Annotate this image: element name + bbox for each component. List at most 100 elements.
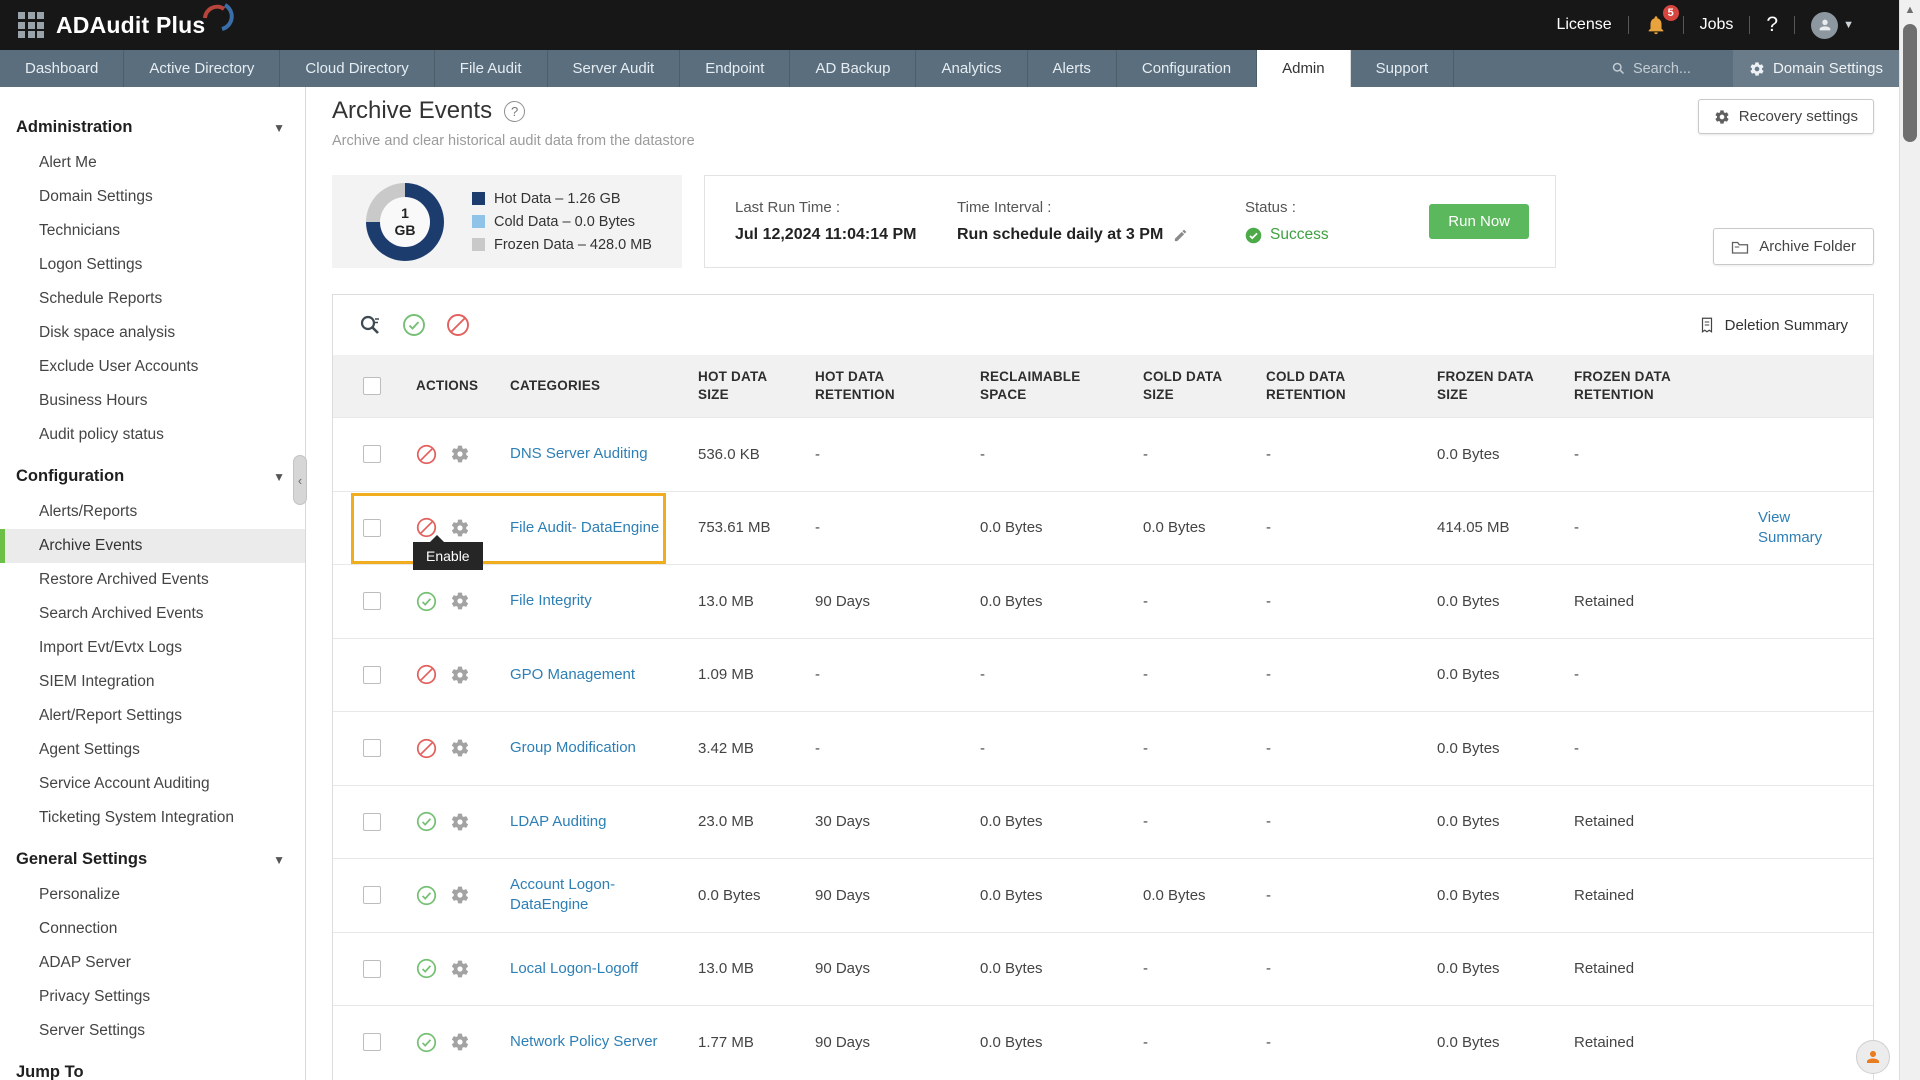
sidebar-item-archive-events[interactable]: Archive Events bbox=[0, 529, 305, 563]
enabled-status-icon[interactable] bbox=[416, 591, 437, 612]
row-checkbox[interactable] bbox=[363, 739, 381, 757]
enabled-status-icon[interactable] bbox=[416, 1032, 437, 1053]
run-now-button[interactable]: Run Now bbox=[1429, 204, 1529, 239]
sidebar-section-administration[interactable]: Administration▼ bbox=[0, 109, 305, 146]
category-link[interactable]: Group Modification bbox=[510, 738, 656, 758]
gear-icon[interactable] bbox=[450, 738, 470, 758]
sidebar-item-siem-integration[interactable]: SIEM Integration bbox=[0, 665, 305, 699]
category-link[interactable]: Account Logon-DataEngine bbox=[510, 875, 682, 916]
sidebar-item-connection[interactable]: Connection bbox=[0, 912, 305, 946]
nav-tab-admin[interactable]: Admin bbox=[1257, 50, 1351, 87]
license-link[interactable]: License bbox=[1540, 16, 1627, 34]
row-checkbox[interactable] bbox=[363, 813, 381, 831]
category-link[interactable]: LDAP Auditing bbox=[510, 812, 626, 832]
enable-selected-icon[interactable] bbox=[402, 313, 426, 337]
sidebar-item-search-archived-events[interactable]: Search Archived Events bbox=[0, 597, 305, 631]
nav-tab-endpoint[interactable]: Endpoint bbox=[680, 50, 790, 87]
category-link[interactable]: DNS Server Auditing bbox=[510, 444, 668, 464]
sidebar-item-import-evt-evtx-logs[interactable]: Import Evt/Evtx Logs bbox=[0, 631, 305, 665]
edit-pencil-icon[interactable] bbox=[1173, 228, 1188, 243]
gear-icon[interactable] bbox=[450, 591, 470, 611]
nav-tab-ad-backup[interactable]: AD Backup bbox=[790, 50, 916, 87]
sidebar-item-ticketing-system-integration[interactable]: Ticketing System Integration bbox=[0, 801, 305, 835]
sidebar-item-disk-space-analysis[interactable]: Disk space analysis bbox=[0, 316, 305, 350]
nav-tab-file-audit[interactable]: File Audit bbox=[435, 50, 548, 87]
sidebar-item-agent-settings[interactable]: Agent Settings bbox=[0, 733, 305, 767]
help-button[interactable]: ? bbox=[1750, 13, 1794, 37]
sidebar-item-restore-archived-events[interactable]: Restore Archived Events bbox=[0, 563, 305, 597]
jobs-link[interactable]: Jobs bbox=[1684, 16, 1750, 34]
domain-settings-button[interactable]: Domain Settings bbox=[1733, 50, 1899, 87]
row-checkbox[interactable] bbox=[363, 445, 381, 463]
nav-tab-server-audit[interactable]: Server Audit bbox=[548, 50, 681, 87]
row-checkbox[interactable] bbox=[363, 592, 381, 610]
row-checkbox[interactable] bbox=[363, 1033, 381, 1051]
sidebar-item-service-account-auditing[interactable]: Service Account Auditing bbox=[0, 767, 305, 801]
sidebar-item-privacy-settings[interactable]: Privacy Settings bbox=[0, 980, 305, 1014]
scroll-up-arrow[interactable]: ▲ bbox=[1900, 0, 1920, 20]
gear-icon[interactable] bbox=[450, 959, 470, 979]
disabled-status-icon[interactable] bbox=[416, 664, 437, 685]
sidebar-item-personalize[interactable]: Personalize bbox=[0, 878, 305, 912]
notifications-button[interactable]: 5 bbox=[1629, 14, 1683, 36]
scrollbar-thumb[interactable] bbox=[1903, 24, 1917, 142]
sidebar-item-audit-policy-status[interactable]: Audit policy status bbox=[0, 418, 305, 452]
sidebar-collapse-handle[interactable]: ‹ bbox=[293, 455, 307, 505]
sidebar-item-domain-settings[interactable]: Domain Settings bbox=[0, 180, 305, 214]
gear-icon[interactable] bbox=[450, 812, 470, 832]
recovery-settings-button[interactable]: Recovery settings bbox=[1698, 99, 1874, 134]
row-checkbox[interactable] bbox=[363, 960, 381, 978]
sidebar-item-alert-me[interactable]: Alert Me bbox=[0, 146, 305, 180]
select-all-checkbox[interactable] bbox=[363, 377, 381, 395]
sidebar-item-alert-report-settings[interactable]: Alert/Report Settings bbox=[0, 699, 305, 733]
sidebar-item-business-hours[interactable]: Business Hours bbox=[0, 384, 305, 418]
table-row: GPO Management1.09 MB----0.0 Bytes- bbox=[333, 638, 1873, 712]
disable-selected-icon[interactable] bbox=[446, 313, 470, 337]
row-checkbox[interactable] bbox=[363, 519, 381, 537]
category-link[interactable]: Local Logon-Logoff bbox=[510, 959, 658, 979]
nav-tab-analytics[interactable]: Analytics bbox=[916, 50, 1027, 87]
deletion-summary-button[interactable]: Deletion Summary bbox=[1698, 316, 1848, 334]
gear-icon[interactable] bbox=[450, 665, 470, 685]
category-link[interactable]: File Integrity bbox=[510, 591, 612, 611]
search-filter-icon[interactable] bbox=[358, 313, 382, 337]
enabled-status-icon[interactable] bbox=[416, 958, 437, 979]
sidebar-item-adap-server[interactable]: ADAP Server bbox=[0, 946, 305, 980]
disabled-status-icon[interactable] bbox=[416, 738, 437, 759]
sidebar-item-logon-settings[interactable]: Logon Settings bbox=[0, 248, 305, 282]
sidebar-section-jump-to[interactable]: Jump To bbox=[0, 1054, 305, 1080]
sidebar-item-technicians[interactable]: Technicians bbox=[0, 214, 305, 248]
category-link[interactable]: GPO Management bbox=[510, 665, 655, 685]
gear-icon[interactable] bbox=[450, 885, 470, 905]
page-help-icon[interactable]: ? bbox=[504, 101, 525, 122]
vertical-scrollbar[interactable]: ▲ bbox=[1899, 0, 1920, 1080]
gear-icon[interactable] bbox=[450, 1032, 470, 1052]
enabled-status-icon[interactable] bbox=[416, 885, 437, 906]
disabled-status-icon[interactable] bbox=[416, 444, 437, 465]
nav-tab-alerts[interactable]: Alerts bbox=[1028, 50, 1117, 87]
nav-tab-active-directory[interactable]: Active Directory bbox=[124, 50, 280, 87]
search-input[interactable] bbox=[1633, 61, 1719, 77]
app-grid-icon[interactable] bbox=[18, 12, 44, 38]
sidebar-section-configuration[interactable]: Configuration▼ bbox=[0, 458, 305, 495]
sidebar-item-schedule-reports[interactable]: Schedule Reports bbox=[0, 282, 305, 316]
chat-assistant-button[interactable] bbox=[1856, 1040, 1890, 1074]
user-menu[interactable]: ▼ bbox=[1795, 12, 1870, 39]
view-summary-link[interactable]: View Summary bbox=[1758, 509, 1822, 546]
nav-tab-support[interactable]: Support bbox=[1351, 50, 1455, 87]
sidebar-section-general-settings[interactable]: General Settings▼ bbox=[0, 841, 305, 878]
row-checkbox[interactable] bbox=[363, 666, 381, 684]
sidebar-item-server-settings[interactable]: Server Settings bbox=[0, 1014, 305, 1048]
category-link[interactable]: Network Policy Server bbox=[510, 1032, 678, 1052]
category-link[interactable]: File Audit- DataEngine bbox=[510, 518, 679, 538]
gear-icon[interactable] bbox=[450, 444, 470, 464]
sidebar-item-exclude-user-accounts[interactable]: Exclude User Accounts bbox=[0, 350, 305, 384]
sidebar-item-alerts-reports[interactable]: Alerts/Reports bbox=[0, 495, 305, 529]
nav-tab-configuration[interactable]: Configuration bbox=[1117, 50, 1257, 87]
enabled-status-icon[interactable] bbox=[416, 811, 437, 832]
row-checkbox[interactable] bbox=[363, 886, 381, 904]
archive-folder-button[interactable]: Archive Folder bbox=[1713, 228, 1874, 265]
gear-icon[interactable] bbox=[450, 518, 470, 538]
nav-tab-dashboard[interactable]: Dashboard bbox=[0, 50, 124, 87]
nav-tab-cloud-directory[interactable]: Cloud Directory bbox=[280, 50, 434, 87]
